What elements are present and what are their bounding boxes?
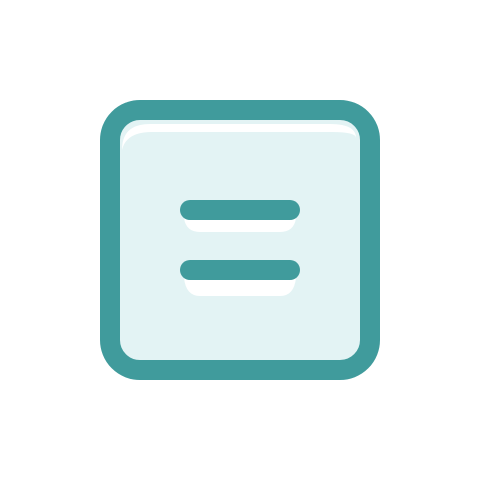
menu-icon[interactable] xyxy=(0,0,480,480)
top-bar xyxy=(180,200,300,220)
canvas xyxy=(0,0,480,480)
icon-frame xyxy=(100,100,380,380)
top-bar-highlight xyxy=(184,218,296,232)
menu-icon-graphic xyxy=(100,100,380,380)
bottom-bar-highlight xyxy=(184,278,296,296)
bottom-bar xyxy=(180,260,300,280)
